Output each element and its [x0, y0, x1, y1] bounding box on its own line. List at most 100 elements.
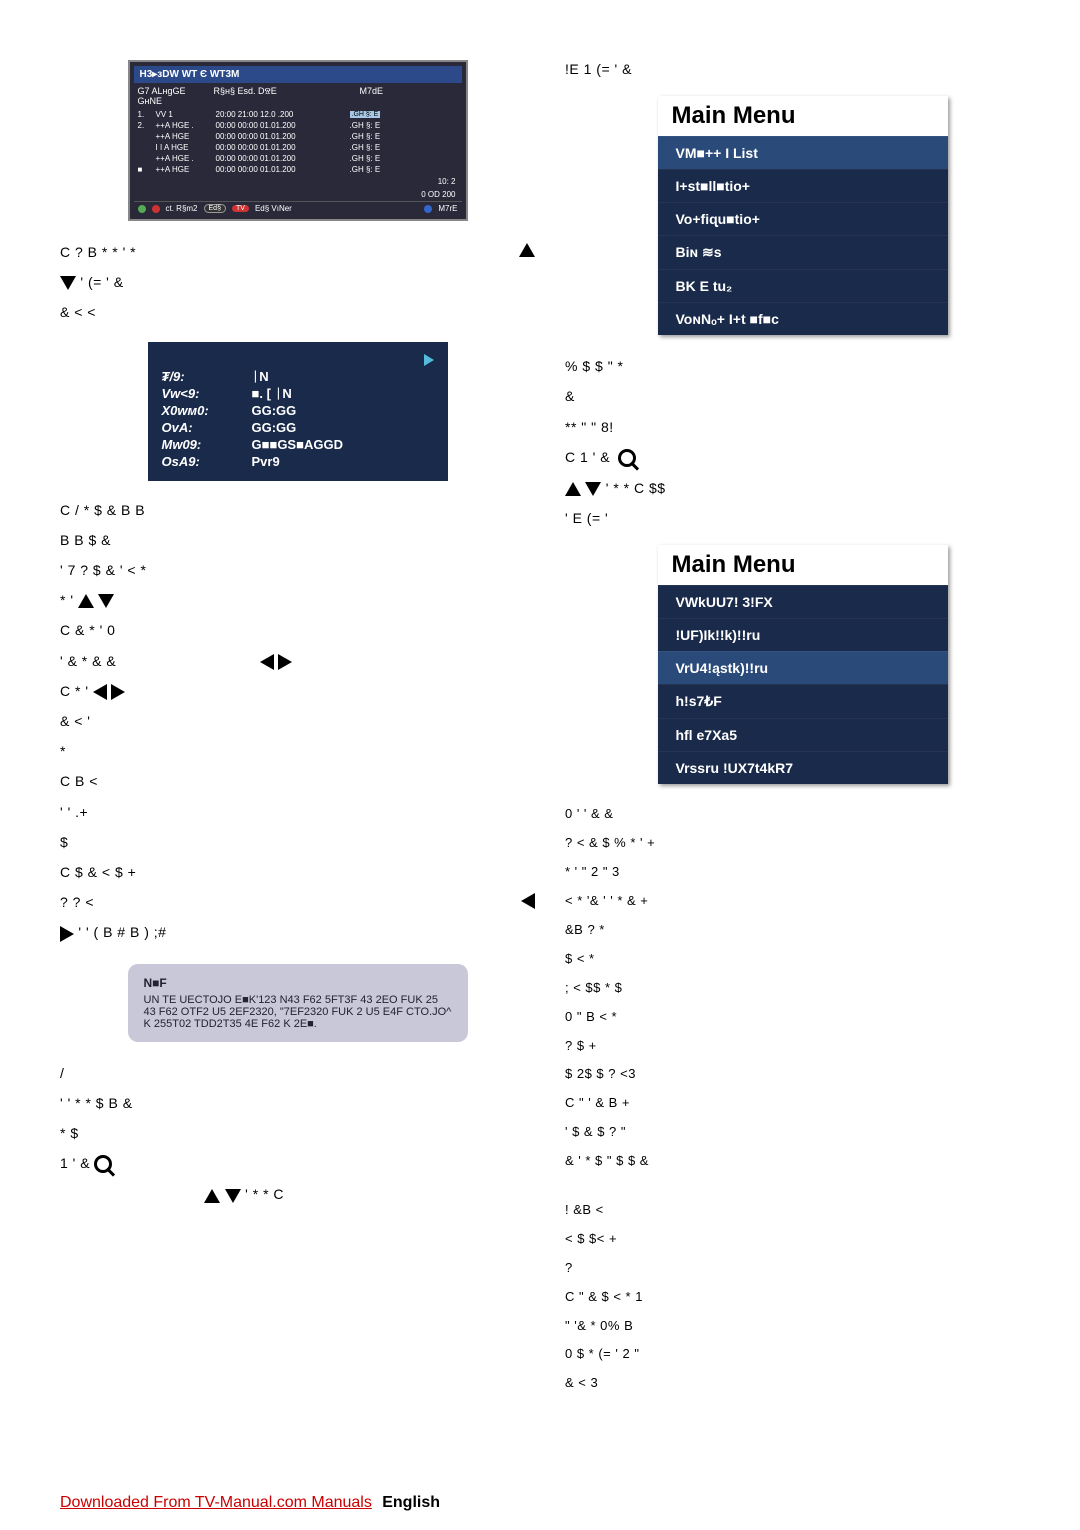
text-line: 0 $ * (= ' 2 " [565, 1346, 1040, 1363]
up-arrow-icon [519, 243, 535, 257]
text-line: ' $ & $ ? " [565, 1124, 1040, 1141]
text-line: C " & $ < * 1 [565, 1289, 1040, 1306]
text-line: ' E (= ' [565, 509, 1040, 527]
up-arrow-icon [565, 482, 581, 496]
menu-item[interactable]: Vo+fiɋu■tio+ [658, 202, 948, 235]
text-line: $ < * [565, 951, 1040, 968]
menu-item[interactable]: VWkUU7! 3!FX [658, 585, 948, 618]
timer-row: ++A HGE . 00:00 00:00 01.01.200 .GH §: E [134, 153, 462, 164]
text-line: ' * * C [60, 1185, 535, 1203]
text-line: !E 1 (= ' & [565, 60, 1040, 78]
timer-window: H3▸зDW WT Є WT3M G7 ALнgGE GнNE R§н§ Esd… [128, 60, 468, 221]
main-menu-2: Main Menu VWkUU7! 3!FX !UF)Ik!!k)!!ru Vr… [658, 545, 948, 784]
menu-item[interactable]: h!s7₺F [658, 684, 948, 718]
magnifier-icon [618, 449, 636, 467]
text-line: &B ? * [565, 922, 1040, 939]
down-arrow-icon [98, 594, 114, 608]
left-arrow-icon [93, 684, 107, 700]
text-line: ' 7 ? $ & ' < * [60, 561, 535, 579]
up-arrow-icon [78, 594, 94, 608]
text-line: & < ' [60, 712, 535, 730]
settings-row: ₮/9:ᛁN [162, 369, 434, 384]
menu-item[interactable]: I+st■ll■tio+ [658, 169, 948, 202]
text-line: 1 ' & [60, 1154, 535, 1173]
timer-row: I I A HGE 00:00 00:00 01.01.200 .GH §: E [134, 142, 462, 153]
text-line: ? < & $ % * ' + [565, 835, 1040, 852]
text-line: < * '& ' ' * & + [565, 893, 1040, 910]
text-line: & [565, 387, 1040, 405]
menu-item[interactable]: VoɴNₒ+ I+t ■f■c [658, 302, 948, 335]
settings-row: OvA:GG:GG [162, 420, 434, 435]
timer-row: ++A HGE 00:00 00:00 01.01.200 .GH §: E [134, 131, 462, 142]
menu-item[interactable]: BK E tu₂ [658, 269, 948, 302]
menu-item[interactable]: Biɴ ≋s [658, 235, 948, 269]
text-line: C $ & < $ + [60, 863, 535, 881]
text-line: ' ' * * $ B & [60, 1094, 535, 1112]
right-arrow-icon [111, 684, 125, 700]
text-line: ; < $$ * $ [565, 980, 1040, 997]
up-arrow-icon [204, 1189, 220, 1203]
text-line: $ [60, 833, 535, 851]
text-line: ' & * & & [60, 652, 535, 670]
text-line: ' ' ( B # B ) ;# [60, 923, 535, 941]
play-icon [424, 354, 434, 366]
menu-item[interactable]: !UF)Ik!!k)!!ru [658, 618, 948, 651]
footer-language: English [382, 1494, 440, 1512]
ok-pill: Ed§ [204, 204, 226, 213]
settings-row: OsA9:Pvr9 [162, 454, 434, 469]
down-arrow-icon [60, 276, 76, 290]
timer-cols: G7 ALнgGE GнNE R§н§ Esd. DⰔE M7dE [134, 83, 462, 109]
red-dot-icon [152, 205, 160, 213]
timer-row: ■ ++A HGE 00:00 00:00 01.01.200 .GH §: E [134, 164, 462, 175]
text-line: < $ $< + [565, 1231, 1040, 1248]
settings-window: ₮/9:ᛁN Vw<9:■. [ ᛁN X0wм0:GG:GG OvA:GG:G… [148, 342, 448, 481]
menu-item[interactable]: hﬂ e7Xa5 [658, 718, 948, 751]
text-line: $ 2$ $ ? <3 [565, 1066, 1040, 1083]
magnifier-icon [94, 1155, 112, 1173]
text-line: ? [565, 1260, 1040, 1277]
text-line: * $ [60, 1124, 535, 1142]
text-line: & ' * $ " $ $ & [565, 1153, 1040, 1170]
left-arrow-icon [521, 893, 535, 909]
blue-dot-icon [424, 205, 432, 213]
settings-row: X0wм0:GG:GG [162, 403, 434, 418]
text-line: ? $ + [565, 1038, 1040, 1055]
text-line: & < < [60, 303, 535, 321]
text-line: 0 " B < * [565, 1009, 1040, 1026]
text-line: * ' [60, 591, 535, 609]
text-line: B B $ & [60, 531, 535, 549]
text-line: C 1 ' & [565, 448, 1040, 467]
text-line: C " ' & B + [565, 1095, 1040, 1112]
timer-time: 10: 2 [134, 175, 462, 188]
note-box: N■F UN TE UECTOJO E■K'123 N43 F62 5FT3F … [128, 964, 468, 1042]
text-line: ' (= ' & [60, 273, 535, 291]
text-line: ? ? < [60, 893, 535, 911]
text-line: 0 ' ' & & [565, 806, 1040, 823]
text-line: C / * $ & B B [60, 501, 535, 519]
note-title: N■F [144, 976, 452, 990]
text-line: ' * * C $$ [565, 479, 1040, 497]
right-arrow-icon [60, 926, 74, 942]
text-line: C * ' [60, 682, 535, 700]
menu-title: Main Menu [658, 545, 948, 585]
text-line: % $ $ " * [565, 357, 1040, 375]
text-line: " '& * 0% B [565, 1318, 1040, 1335]
left-arrow-icon [260, 654, 274, 670]
down-arrow-icon [225, 1189, 241, 1203]
settings-row: Mw09:G■■GS■AGGD [162, 437, 434, 452]
footer-link[interactable]: Downloaded From TV-Manual.com Manuals [60, 1494, 372, 1512]
menu-item[interactable]: Vrssru !UX7t4kR7 [658, 751, 948, 784]
tv-pill: TV [232, 205, 249, 212]
main-menu-1: Main Menu VM■++ I List I+st■ll■tio+ Vo+f… [658, 96, 948, 335]
settings-row: Vw<9:■. [ ᛁN [162, 386, 434, 401]
timer-title: H3▸зDW WT Є WT3M [134, 66, 462, 83]
text-line: ! &B < [565, 1202, 1040, 1219]
timer-controls: ct. R§m2 Ed§ TV Ed§ VıNer M7rE [134, 201, 462, 215]
text-line: & < 3 [565, 1375, 1040, 1392]
menu-item[interactable]: VM■++ I List [658, 136, 948, 169]
menu-item[interactable]: VrU4!ąstk)!!ru [658, 651, 948, 684]
note-body: UN TE UECTOJO E■K'123 N43 F62 5FT3F 43 2… [144, 994, 452, 1030]
menu-title: Main Menu [658, 96, 948, 136]
text-line: * ' " 2 " 3 [565, 864, 1040, 881]
text-line: ** " " 8! [565, 418, 1040, 436]
